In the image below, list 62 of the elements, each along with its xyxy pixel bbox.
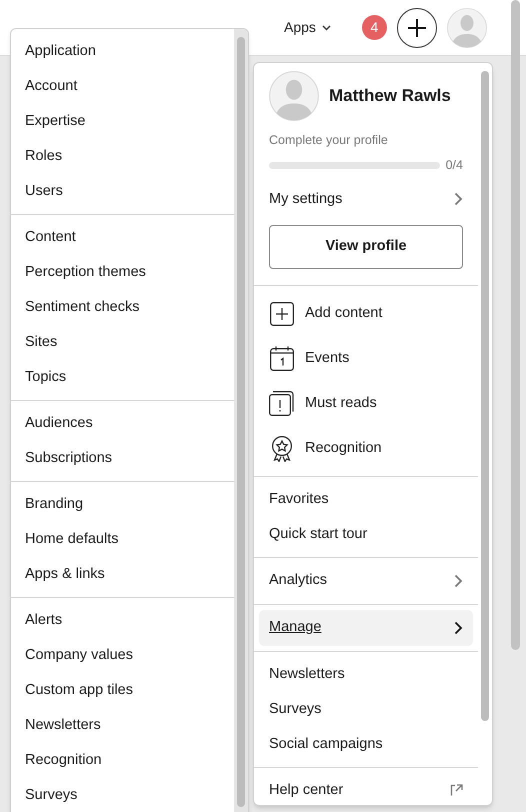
calendar-icon [270,346,294,372]
plus-square-icon [270,302,294,326]
menu-item[interactable]: Favorites [254,482,478,518]
profile-prompt: Complete your profile [269,132,389,149]
menu-item[interactable]: Apps & links [11,557,234,592]
menu-item[interactable]: Expertise [11,104,234,139]
menu-item-label: Add content [305,304,382,323]
menu-item[interactable]: Topics [11,360,234,395]
menu-item[interactable]: Recognition [11,743,234,778]
menu-item[interactable]: Branding [11,487,234,522]
nav-link[interactable]: Apps [284,17,331,38]
menu-item[interactable]: Add content [254,291,478,336]
menu-item[interactable]: Application [11,34,234,69]
stacked-alert-icon [269,391,294,416]
profile-name: Matthew Rawls [329,85,451,108]
menu-item[interactable]: Social campaigns [254,727,478,762]
menu-item-label: Events [305,348,350,368]
menu-item[interactable]: Sentiment checks [11,290,234,325]
chevron-right-icon [454,574,463,588]
menu-item[interactable]: Content [11,220,234,255]
view-profile-button[interactable]: View profile [269,225,463,270]
menu-item[interactable]: Quick start tour [254,517,478,552]
menu-item-label: Must reads [305,394,377,413]
menu-item[interactable]: Users [11,174,234,209]
caret-icon [322,24,331,30]
menu-item[interactable]: Audiences [11,406,234,441]
menu-item[interactable]: Events [254,336,478,382]
award-ribbon-icon [270,436,294,462]
profile-avatar [269,71,319,121]
menu-item[interactable]: Surveys [11,778,234,812]
chevron-right-icon [454,192,463,206]
menu-item[interactable]: Must reads [254,381,478,426]
avatar-button[interactable] [446,8,487,48]
menu-item[interactable]: Sites [11,325,234,360]
menu-item[interactable]: Help center [254,773,478,805]
menu-item-label: Manage [269,618,322,638]
menu-item-label: Analytics [269,571,328,590]
menu-scrollbar-thumb[interactable] [481,71,489,721]
menu-item[interactable]: Alerts [11,603,234,638]
menu-item[interactable]: Perception themes [11,255,234,290]
menu-item[interactable]: Home defaults [11,522,234,557]
external-link-icon [450,784,463,798]
chevron-right-icon [454,621,463,636]
menu-item[interactable]: Company values [11,638,234,673]
add-button[interactable] [396,8,437,48]
plus-icon [406,18,427,38]
menu-item[interactable]: Roles [11,139,234,174]
menu-item[interactable]: Newsletters [254,657,478,692]
settings-link[interactable]: My settings [269,188,463,210]
menu-item-label: Help center [269,780,344,800]
menu-item[interactable]: Custom app tiles [11,673,234,708]
submenu-item[interactable]: Analytics [254,563,478,600]
menu-scrollbar-thumb[interactable] [237,37,245,807]
menu-item-label: Recognition [305,438,382,458]
menu-item[interactable]: Subscriptions [11,441,234,476]
menu-item[interactable]: Account [11,69,234,104]
progress-reading: 0/4 [446,156,463,174]
menu-item[interactable]: Recognition [254,426,478,472]
menu-item[interactable]: Newsletters [11,708,234,743]
page-scrollbar[interactable] [511,0,520,650]
submenu-item[interactable]: Manage [259,610,473,646]
menu-item[interactable]: Surveys [254,692,478,728]
